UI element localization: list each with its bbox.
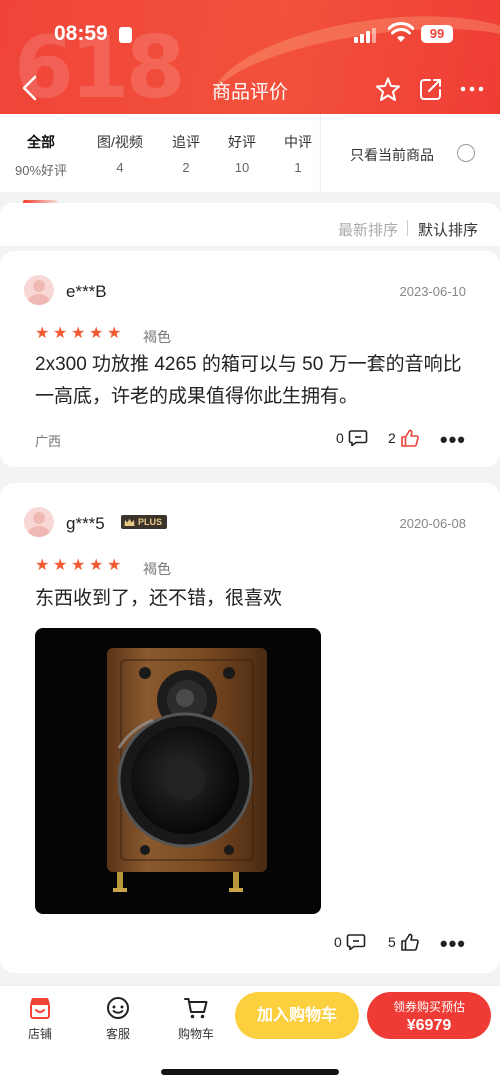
tab-label: 全部 (27, 134, 55, 150)
customer-service-button[interactable]: 客服 (88, 996, 148, 1042)
estimated-price: ¥6979 (406, 1017, 452, 1034)
only-current-product-radio[interactable] (457, 144, 475, 162)
star-icon: ★ (107, 325, 122, 342)
comment-count: 0 (334, 934, 342, 950)
tab-all[interactable]: 全部 90%好评 (14, 132, 68, 204)
signal-icon (354, 27, 376, 43)
review-card[interactable]: g***5 PLUS 2020-06-08 ★ ★ ★ ★ ★ 褐色 东西收到了… (0, 483, 500, 973)
reviewer-name: g***5 (66, 514, 105, 533)
thumbs-up-icon (400, 933, 419, 951)
shop-button[interactable]: 店铺 (10, 996, 70, 1042)
review-text: 东西收到了，还不错，很喜欢 (35, 588, 283, 609)
shop-icon (30, 998, 50, 1019)
tab-media[interactable]: 图/视频 4 (90, 132, 150, 175)
review-more-button[interactable]: ••• (440, 931, 466, 957)
review-filter-tabs: 全部 90%好评 图/视频 4 追评 2 好评 10 中评 1 只看当前商品 (0, 114, 500, 204)
comment-button[interactable]: 0 (334, 933, 366, 951)
sort-latest-button[interactable]: 最新排序 (338, 219, 398, 240)
crown-icon (124, 518, 135, 526)
plus-badge-label: PLUS (138, 517, 163, 527)
battery-indicator: 99 (421, 25, 453, 43)
star-icon: ★ (89, 325, 104, 342)
rating-stars: ★ ★ ★ ★ ★ (35, 557, 122, 574)
comment-button[interactable]: 0 (336, 429, 368, 447)
tab-label: 中评 (284, 134, 312, 150)
tab-neutral[interactable]: 中评 1 (278, 132, 318, 175)
review-card[interactable]: e***B 2023-06-10 ★ ★ ★ ★ ★ 褐色 2x300 功放推 … (0, 251, 500, 467)
review-date: 2020-06-08 (399, 516, 467, 531)
like-count: 5 (388, 934, 396, 950)
add-to-cart-button[interactable]: 加入购物车 (235, 992, 359, 1039)
tab-count: 10 (234, 160, 250, 175)
share-icon[interactable] (418, 76, 444, 102)
like-button[interactable]: 2 (388, 428, 420, 448)
app-header: 618 08:59 99 商品评价 (0, 0, 500, 114)
comment-count: 0 (336, 430, 344, 446)
cart-button[interactable]: 购物车 (166, 996, 226, 1042)
buy-now-button[interactable]: 领券购买预估 ¥6979 (367, 992, 491, 1039)
comment-icon (348, 430, 368, 447)
status-time: 08:59 (54, 22, 108, 45)
review-more-button[interactable]: ••• (440, 427, 466, 453)
tab-label: 好评 (228, 134, 256, 150)
customer-service-label: 客服 (105, 1027, 130, 1041)
star-icon: ★ (53, 325, 68, 342)
review-region: 广西 (35, 434, 62, 449)
product-variant: 褐色 (143, 561, 171, 577)
tab-count: 2 (182, 160, 190, 175)
more-menu-icon[interactable] (459, 76, 485, 102)
tab-follow-up[interactable]: 追评 2 (166, 132, 206, 175)
tab-count: 4 (116, 160, 124, 175)
reviewer-name: e***B (66, 282, 107, 301)
tab-positive[interactable]: 好评 10 (222, 132, 262, 175)
status-id-icon (119, 27, 132, 43)
like-count: 2 (388, 430, 396, 446)
sort-bar: 最新排序 默认排序 (0, 203, 500, 246)
coupon-estimate-label: 领券购买预估 (392, 1000, 465, 1014)
sort-divider (407, 220, 408, 236)
customer-service-icon (107, 997, 129, 1019)
star-icon: ★ (71, 557, 86, 574)
wifi-icon (388, 22, 414, 42)
avatar (24, 507, 54, 537)
only-current-product-label[interactable]: 只看当前商品 (350, 145, 434, 165)
tab-count: 90%好评 (14, 163, 68, 178)
tab-divider (320, 114, 321, 192)
sort-default-button[interactable]: 默认排序 (418, 219, 478, 240)
cart-icon (184, 998, 208, 1019)
cart-label: 购物车 (177, 1027, 214, 1041)
star-icon: ★ (107, 557, 122, 574)
review-text: 2x300 功放推 4265 的箱可以与 50 万一套的音响比一高底，许老的成果… (35, 354, 462, 407)
product-variant: 褐色 (143, 329, 171, 345)
speaker-image (107, 648, 267, 892)
comment-icon (346, 934, 366, 951)
tab-label: 图/视频 (97, 134, 143, 150)
rating-stars: ★ ★ ★ ★ ★ (35, 325, 122, 342)
tab-label: 追评 (172, 134, 200, 150)
avatar (24, 275, 54, 305)
review-photo[interactable] (35, 628, 321, 914)
star-icon: ★ (71, 325, 86, 342)
shop-label: 店铺 (27, 1027, 52, 1041)
thumbs-up-icon (400, 429, 419, 447)
review-date: 2023-06-10 (399, 284, 467, 299)
star-icon: ★ (53, 557, 68, 574)
star-icon: ★ (35, 325, 50, 342)
star-icon: ★ (89, 557, 104, 574)
bottom-action-bar: 店铺 客服 购物车 加入购物车 领券购买预估 ¥6979 (0, 985, 500, 1083)
tab-count: 1 (294, 160, 302, 175)
plus-member-badge: PLUS (121, 515, 168, 529)
star-icon: ★ (35, 557, 50, 574)
home-indicator (161, 1069, 339, 1075)
star-favorite-icon[interactable] (375, 76, 401, 102)
like-button[interactable]: 5 (388, 932, 420, 952)
